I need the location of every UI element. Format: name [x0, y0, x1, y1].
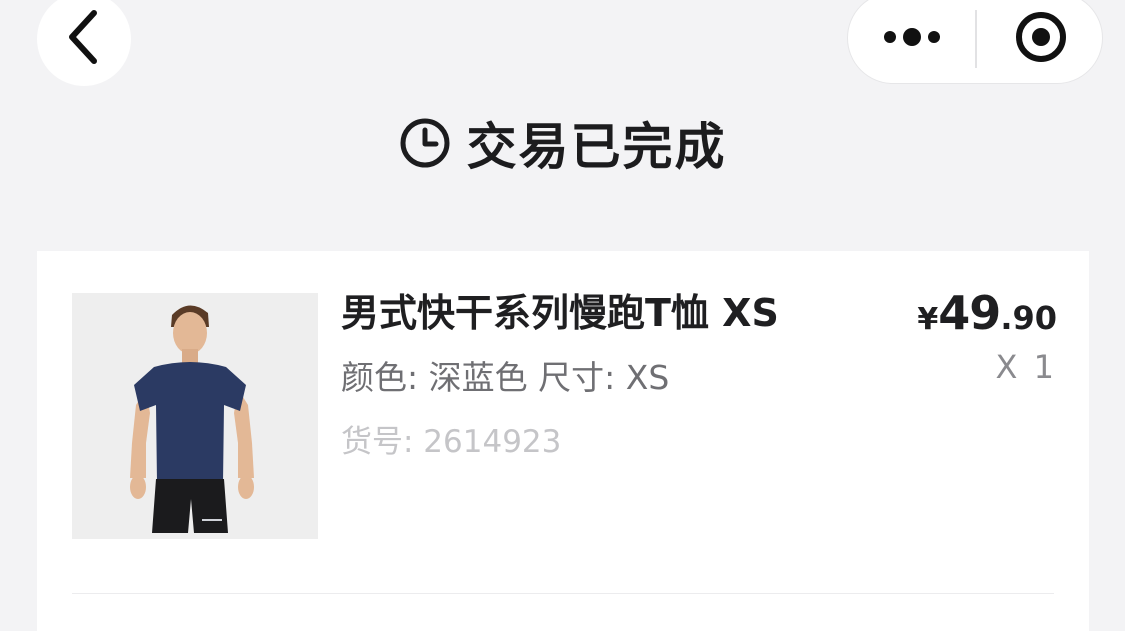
- product-spec: 颜色: 深蓝色 尺寸: XS: [341, 358, 670, 397]
- more-dots-icon: [882, 25, 942, 53]
- product-price: ¥49.90: [917, 285, 1057, 352]
- chevron-left-icon: [64, 9, 104, 69]
- product-sku: 货号: 2614923: [341, 424, 562, 460]
- order-item-card[interactable]: 男式快干系列慢跑T恤 XS 颜色: 深蓝色 尺寸: XS 货号: 2614923…: [37, 251, 1089, 631]
- product-title[interactable]: 男式快干系列慢跑T恤 XS: [341, 289, 779, 337]
- product-quantity: X 1: [995, 348, 1057, 386]
- price-integer: 49: [938, 286, 1001, 340]
- card-divider: [72, 593, 1054, 594]
- clock-icon: [399, 117, 451, 169]
- status-text: 交易已完成: [466, 118, 727, 176]
- back-button[interactable]: [37, 0, 131, 86]
- target-close-icon: [1014, 10, 1068, 68]
- order-status: 交易已完成: [0, 112, 1125, 176]
- price-decimal: .90: [1000, 299, 1057, 337]
- more-button[interactable]: [848, 0, 975, 85]
- close-button[interactable]: [977, 0, 1104, 85]
- price-currency: ¥: [917, 302, 939, 337]
- mini-program-capsule: [847, 0, 1103, 84]
- product-image[interactable]: [72, 293, 318, 539]
